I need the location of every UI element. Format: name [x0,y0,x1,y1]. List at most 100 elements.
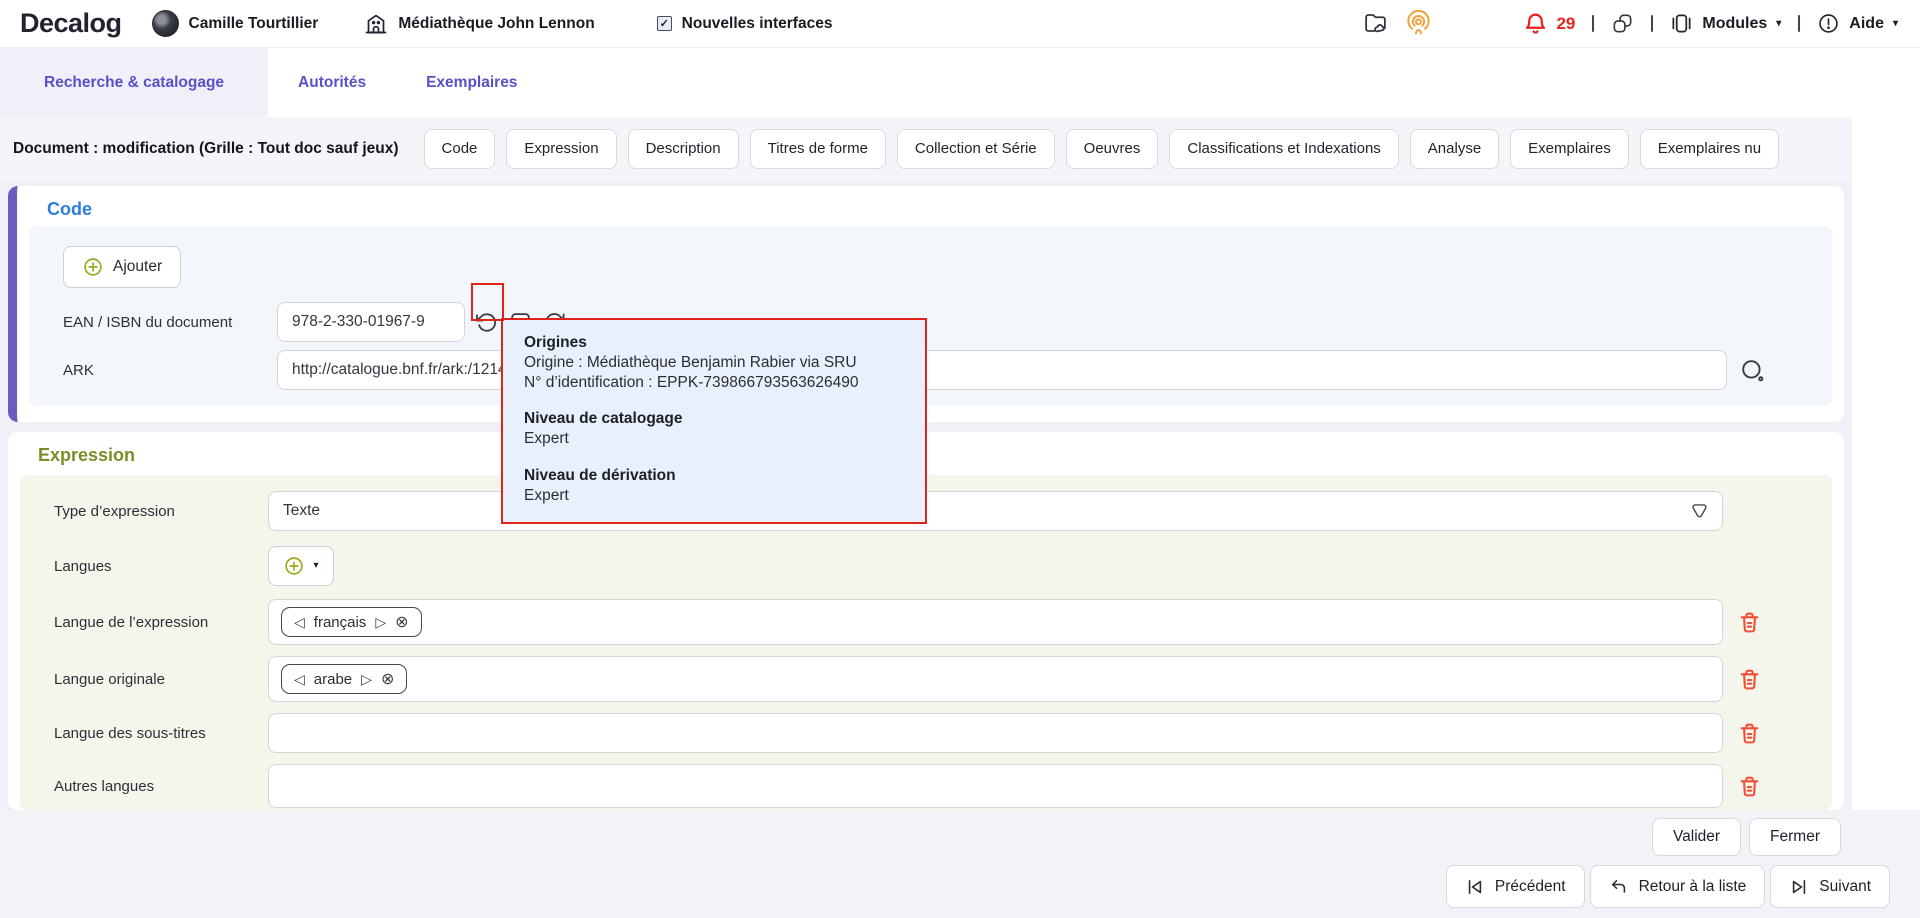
modules-menu[interactable]: Modules ▾ [1670,12,1781,35]
footer-bar: Valider Fermer Précédent Retour à la lis… [0,810,1920,918]
langue-originale-label: Langue originale [54,671,268,688]
app-logo[interactable]: Decalog [20,8,122,39]
section-button-code[interactable]: Code [424,129,496,169]
type-expression-field [268,491,1723,531]
chip-label: arabe [314,671,352,688]
section-button-collection-serie[interactable]: Collection et Série [897,129,1055,169]
delete-row-button[interactable] [1737,721,1762,746]
section-button-oeuvres[interactable]: Oeuvres [1066,129,1159,169]
tooltip-origin-line: Origine : Médiathèque Benjamin Rabier vi… [524,353,904,373]
help-menu[interactable]: Aide ▾ [1817,12,1898,35]
broadcast-person-icon [1405,10,1432,37]
new-interfaces-toggle[interactable]: ✓ Nouvelles interfaces [657,15,833,33]
code-section-body: Ajouter EAN / ISBN du document [29,226,1832,406]
header-separator [1651,15,1653,32]
chip-prev-icon[interactable]: ◁ [294,671,305,688]
chip-remove-icon[interactable]: ⊗ [381,669,394,689]
chip-next-icon[interactable]: ▷ [375,614,386,631]
section-button-expression[interactable]: Expression [506,129,616,169]
user-name: Camille Tourtillier [189,15,319,33]
tooltip-origins-title: Origines [524,333,904,353]
expression-section-body: Type d’expression Langues ▾ [20,475,1832,810]
help-exclamation-icon [1817,12,1840,35]
previous-button[interactable]: Précédent [1446,865,1585,908]
assistance-broadcast-button[interactable] [1405,10,1432,37]
validate-button[interactable]: Valider [1652,818,1741,856]
tooltip-derivation-level-title: Niveau de dérivation [524,466,904,486]
add-code-label: Ajouter [113,258,162,276]
section-button-titres-de-forme[interactable]: Titres de forme [750,129,886,169]
delete-row-button[interactable] [1737,774,1762,799]
document-bar: Document : modification (Grille : Tout d… [0,117,1852,180]
plus-circle-icon [82,256,104,278]
langue-sous-titres-field[interactable] [268,713,1723,753]
trash-icon [1737,721,1762,746]
chevron-down-icon: ▾ [313,561,318,571]
header-separator [1592,15,1594,32]
section-button-analyse[interactable]: Analyse [1410,129,1499,169]
search-icon [1739,357,1766,384]
type-expression-label: Type d’expression [54,503,268,520]
autres-langues-row: Autres langues [54,764,1816,808]
user-avatar[interactable] [152,10,179,37]
back-to-list-button[interactable]: Retour à la liste [1590,865,1766,908]
footer-navigation-row: Précédent Retour à la liste Suivant [1446,865,1890,908]
library-menu[interactable]: Médiathèque John Lennon [364,12,594,36]
chevron-down-icon: ▾ [1893,19,1898,29]
langue-originale-row: Langue originale ◁ arabe ▷ ⊗ [54,656,1816,702]
ean-row: EAN / ISBN du document [63,302,1816,342]
ark-input[interactable] [277,350,1727,390]
langue-originale-field[interactable]: ◁ arabe ▷ ⊗ [268,656,1723,702]
chip-label: français [314,614,367,631]
add-code-button[interactable]: Ajouter [63,246,181,288]
close-button[interactable]: Fermer [1749,818,1841,856]
tab-autorites[interactable]: Autorités [268,48,396,117]
help-label: Aide [1849,15,1884,33]
top-header: Decalog Camille Tourtillier Médiathèque … [0,0,1920,48]
chip-prev-icon[interactable]: ◁ [294,614,305,631]
tab-recherche-catalogage[interactable]: Recherche & catalogage [0,48,268,117]
type-expression-row: Type d’expression [54,491,1816,531]
section-button-classifications[interactable]: Classifications et Indexations [1169,129,1398,169]
tooltip-derivation-level-value: Expert [524,486,904,506]
page: Decalog Camille Tourtillier Médiathèque … [0,0,1920,918]
autres-langues-label: Autres langues [54,778,268,795]
add-language-button[interactable]: ▾ [268,546,334,586]
folder-cloud-button[interactable] [1363,11,1388,36]
pick-dropdown-icon[interactable] [1689,501,1710,522]
tab-exemplaires[interactable]: Exemplaires [396,48,547,117]
chip-next-icon[interactable]: ▷ [361,671,372,688]
undo-button[interactable] [471,306,501,338]
next-button[interactable]: Suivant [1770,865,1890,908]
user-menu[interactable]: Camille Tourtillier [152,10,319,37]
notification-bell-icon [1523,11,1548,36]
tooltip-cataloging-level-value: Expert [524,429,904,449]
langue-expression-row: Langue de l’expression ◁ français ▷ ⊗ [54,599,1816,645]
section-button-exemplaires[interactable]: Exemplaires [1510,129,1629,169]
chip-remove-icon[interactable]: ⊗ [395,612,408,632]
footer-action-row: Valider Fermer [1652,818,1841,856]
language-chip[interactable]: ◁ arabe ▷ ⊗ [281,664,407,694]
autres-langues-field[interactable] [268,764,1723,808]
ark-search-button[interactable] [1737,354,1767,386]
langue-expression-label: Langue de l’expression [54,614,268,631]
tooltip-identification-line: N° d’identification : EPPK-7398667935636… [524,373,904,393]
trash-icon [1737,610,1762,635]
library-building-icon [364,12,388,36]
language-chip[interactable]: ◁ français ▷ ⊗ [281,607,422,637]
ean-input[interactable] [277,302,465,342]
ean-label: EAN / ISBN du document [63,314,277,331]
header-actions: 29 Modules ▾ Aide ▾ [1363,10,1898,37]
section-button-exemplaires-numeriques[interactable]: Exemplaires nu [1640,129,1779,169]
notifications[interactable]: 29 [1523,11,1575,36]
document-title: Document : modification (Grille : Tout d… [13,140,399,158]
new-interfaces-checkbox[interactable]: ✓ [657,16,672,31]
delete-row-button[interactable] [1737,610,1762,635]
langues-label: Langues [54,558,268,575]
delete-row-button[interactable] [1737,667,1762,692]
type-expression-input[interactable] [268,491,1723,531]
langue-expression-field[interactable]: ◁ français ▷ ⊗ [268,599,1723,645]
library-name: Médiathèque John Lennon [398,15,594,33]
section-button-description[interactable]: Description [628,129,739,169]
link-button[interactable] [1611,12,1634,35]
